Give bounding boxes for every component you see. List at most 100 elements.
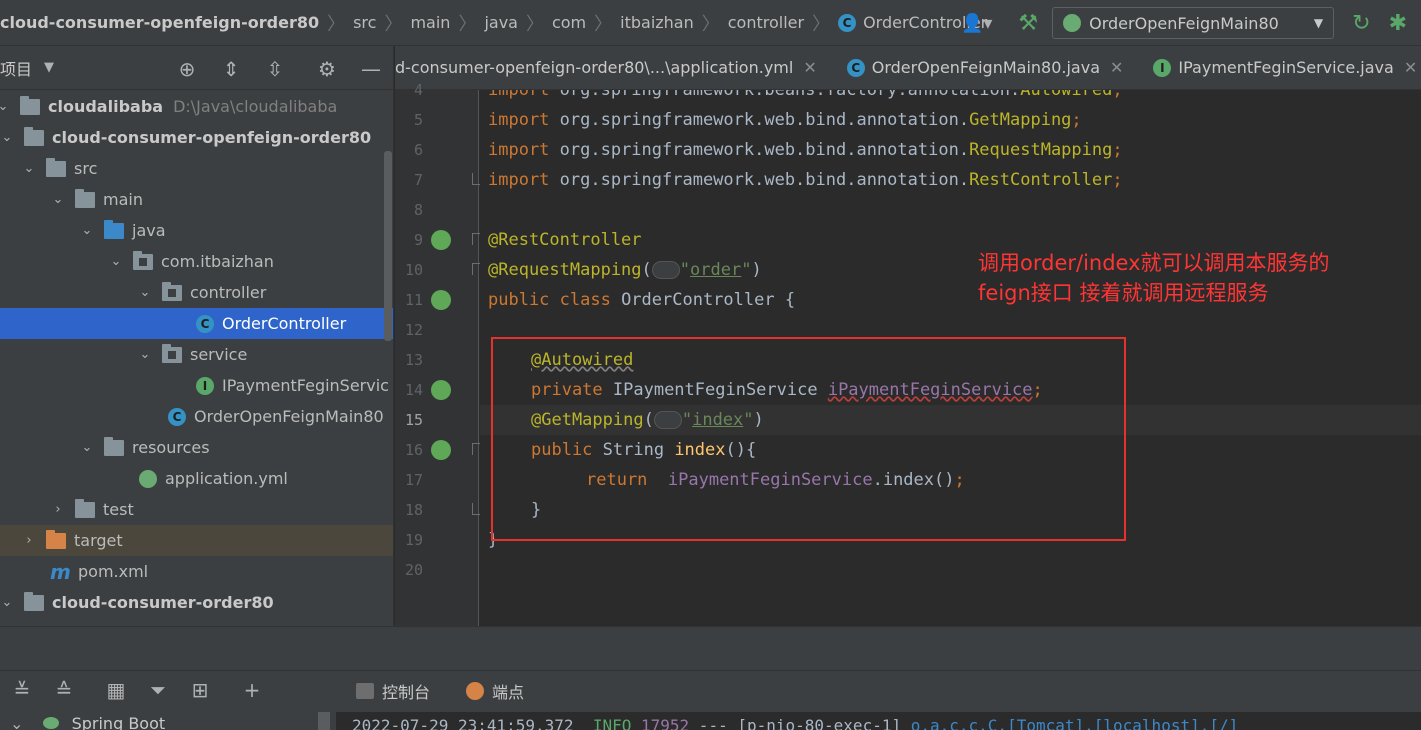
tree-item[interactable]: m pom.xml bbox=[0, 556, 393, 587]
collapse-all-icon[interactable]: ⇳ bbox=[264, 58, 286, 80]
close-icon[interactable]: ✕ bbox=[1110, 58, 1123, 77]
breadcrumb-separator: 〉 bbox=[458, 13, 477, 35]
code-line: @RequestMapping("order") bbox=[488, 260, 762, 280]
chevron-down-icon[interactable]: ⌄ bbox=[109, 254, 123, 269]
scrollbar-thumb[interactable] bbox=[318, 712, 330, 730]
line-number: 11 bbox=[404, 291, 423, 309]
tab-label: 端点 bbox=[492, 683, 525, 702]
tab-orderopenfeignmain80[interactable]: C OrderOpenFeignMain80.java ✕ bbox=[827, 46, 1134, 89]
source-folder-icon bbox=[104, 219, 124, 239]
line-number: 18 bbox=[404, 501, 423, 519]
breadcrumb-label: src bbox=[353, 13, 377, 32]
module-folder-icon bbox=[24, 591, 44, 611]
minimize-icon[interactable]: — bbox=[360, 58, 382, 80]
tree-item[interactable]: ⌄ controller bbox=[0, 277, 393, 308]
tree-item[interactable]: › test bbox=[0, 494, 393, 525]
tree-item[interactable]: ⌄ resources bbox=[0, 432, 393, 463]
chevron-down-icon[interactable]: ▼ bbox=[44, 60, 54, 75]
collapse-all-icon[interactable]: ≙ bbox=[52, 677, 76, 703]
chevron-right-icon[interactable]: › bbox=[51, 502, 65, 517]
close-icon[interactable]: ✕ bbox=[803, 58, 816, 77]
tree-item-label: Spring Boot bbox=[71, 714, 166, 730]
add-icon[interactable]: + bbox=[240, 677, 264, 703]
close-icon[interactable]: ✕ bbox=[1404, 58, 1417, 77]
spring-boot-class-icon: C bbox=[168, 407, 186, 426]
project-panel-title[interactable]: 项目 bbox=[0, 56, 32, 80]
tree-item[interactable]: ⌄ cloud-consumer-openfeign-order80 bbox=[0, 122, 393, 153]
spring-bean-icon[interactable] bbox=[431, 230, 451, 250]
tree-item[interactable]: › target bbox=[0, 525, 393, 556]
tree-item[interactable]: I IPaymentFeginServic bbox=[0, 370, 393, 401]
tree-item[interactable]: application.yml bbox=[0, 463, 393, 494]
tree-item[interactable]: ⌄ service bbox=[0, 339, 393, 370]
chevron-down-icon[interactable]: ⌄ bbox=[10, 714, 23, 730]
tree-item-label: cloudalibaba bbox=[48, 97, 164, 116]
tab-application-yml[interactable]: d-consumer-openfeign-order80\...\applica… bbox=[395, 46, 827, 89]
chevron-right-icon[interactable]: › bbox=[22, 533, 36, 548]
services-tree-item[interactable]: ⌄ Spring Boot bbox=[10, 714, 165, 730]
console-output-line: 2022-07-29 23:41:59.372 INFO 17952 --- [… bbox=[336, 712, 1421, 730]
interface-icon: I bbox=[196, 376, 214, 395]
tree-item[interactable]: ⌄ cloud-consumer-order80 bbox=[0, 587, 393, 618]
scrollbar-thumb[interactable] bbox=[384, 151, 392, 341]
new-tab-icon[interactable]: ⊞ bbox=[188, 677, 212, 703]
build-hammer-icon[interactable]: ⚒ bbox=[1018, 11, 1038, 36]
tab-ipaymentfeginservice[interactable]: I IPaymentFeginService.java ✕ bbox=[1133, 46, 1421, 89]
breadcrumb-item[interactable]: controller bbox=[728, 0, 804, 45]
chevron-down-icon[interactable]: ⌄ bbox=[0, 99, 10, 114]
tree-item[interactable]: C OrderOpenFeignMain80 bbox=[0, 401, 393, 432]
spring-boot-icon bbox=[1063, 14, 1082, 32]
tree-item[interactable]: ⌄ com.itbaizhan bbox=[0, 246, 393, 277]
class-icon: C bbox=[196, 314, 214, 333]
rerun-icon[interactable]: ↻ bbox=[1352, 11, 1370, 36]
chevron-down-icon[interactable]: ⌄ bbox=[80, 223, 94, 238]
debug-bug-icon[interactable]: ✱ bbox=[1389, 11, 1407, 36]
chevron-down-icon[interactable]: ⌄ bbox=[22, 161, 36, 176]
tree-item-selected[interactable]: C OrderController bbox=[0, 308, 393, 339]
breadcrumb-item[interactable]: cloud-consumer-openfeign-order80 bbox=[0, 0, 319, 45]
code-line: import org.springframework.beans.factory… bbox=[488, 90, 1123, 100]
line-number: 9 bbox=[413, 231, 423, 249]
chevron-down-icon[interactable]: ⌄ bbox=[0, 130, 14, 145]
spring-bean-icon[interactable] bbox=[431, 290, 451, 310]
web-endpoint-icon[interactable] bbox=[431, 440, 451, 460]
chevron-down-icon[interactable]: ⌄ bbox=[51, 192, 65, 207]
breadcrumb-item[interactable]: itbaizhan bbox=[620, 0, 694, 45]
group-by-icon[interactable]: ▦ bbox=[104, 677, 128, 703]
filter-icon[interactable]: ⏷ bbox=[146, 677, 170, 703]
package-icon bbox=[133, 250, 153, 270]
line-number: 17 bbox=[404, 471, 423, 489]
expand-all-icon[interactable]: ⇕ bbox=[220, 58, 242, 80]
tab-endpoints[interactable]: 端点 bbox=[466, 679, 524, 703]
chevron-down-icon[interactable]: ⌄ bbox=[80, 440, 94, 455]
folder-icon bbox=[75, 188, 95, 208]
editor-gutter: 4 5 6 7 8 9 10 11 12 13 14 15 16 17 18 1… bbox=[395, 81, 482, 626]
breadcrumb-item[interactable]: java bbox=[484, 0, 518, 45]
url-inlay-icon[interactable] bbox=[651, 261, 680, 279]
breadcrumb-item[interactable]: src bbox=[353, 0, 376, 45]
user-icon[interactable]: 👤▾ bbox=[961, 13, 992, 34]
gear-icon[interactable]: ⚙ bbox=[316, 58, 338, 80]
breadcrumb-separator: 〉 bbox=[594, 13, 613, 35]
line-number: 15 bbox=[404, 411, 423, 429]
chevron-down-icon: ▼ bbox=[1313, 16, 1324, 30]
tab-label: OrderOpenFeignMain80.java bbox=[871, 58, 1100, 77]
run-configuration-select[interactable]: OrderOpenFeignMain80 ▼ bbox=[1052, 7, 1335, 39]
expand-all-icon[interactable]: ≚ bbox=[10, 677, 34, 703]
interface-icon: I bbox=[1153, 58, 1172, 77]
tree-item[interactable]: ⌄ java bbox=[0, 215, 393, 246]
breadcrumb-item[interactable]: com bbox=[552, 0, 586, 45]
chevron-down-icon[interactable]: ⌄ bbox=[138, 347, 152, 362]
tree-item-label: cloud-consumer-openfeign-order80 bbox=[52, 128, 372, 147]
tree-item[interactable]: ⌄ cloudalibaba D:\Java\cloudalibaba bbox=[0, 91, 393, 122]
tree-item-label: main bbox=[103, 190, 143, 209]
tree-item[interactable]: ⌄ src bbox=[0, 153, 393, 184]
tree-item[interactable]: ⌄ main bbox=[0, 184, 393, 215]
tab-console[interactable]: 控制台 bbox=[356, 679, 430, 703]
chevron-down-icon[interactable]: ⌄ bbox=[138, 285, 152, 300]
navigate-to-bean-icon[interactable] bbox=[431, 380, 451, 400]
breadcrumb-item[interactable]: main bbox=[410, 0, 450, 45]
locate-icon[interactable]: ⊕ bbox=[176, 58, 198, 80]
tree-item-label: resources bbox=[132, 438, 210, 457]
chevron-down-icon[interactable]: ⌄ bbox=[0, 595, 14, 610]
